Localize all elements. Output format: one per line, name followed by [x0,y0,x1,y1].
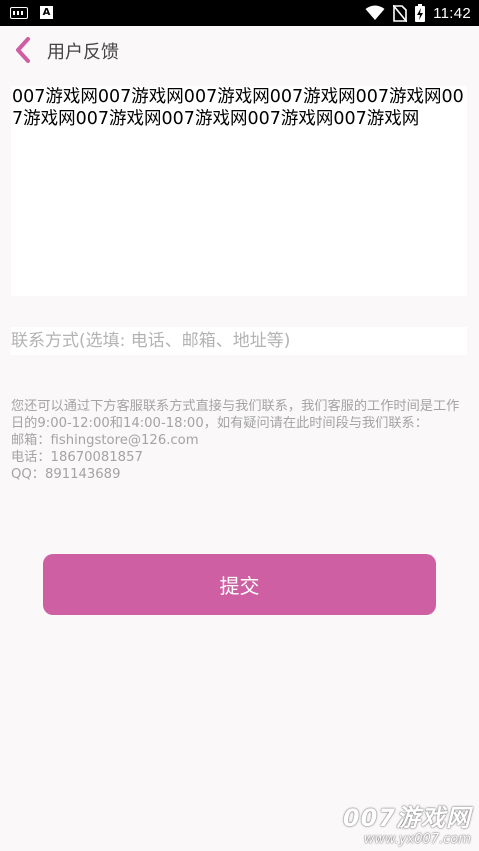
no-sim-icon [393,4,408,22]
status-clock: 11:42 [433,4,471,22]
wifi-icon [365,5,385,20]
a-notification-icon: A [40,6,53,19]
contact-qq: QQ：891143689 [11,467,121,482]
app-header: 用户反馈 [0,26,479,74]
contact-input[interactable] [11,327,467,355]
watermark-url: www.yx007.com [363,832,471,847]
back-button[interactable] [10,36,36,64]
chevron-left-icon [16,37,30,63]
watermark-brand: 007游戏网 [342,804,471,832]
battery-charging-icon [415,4,426,22]
contact-phone: 电话：18670081857 [11,450,143,465]
contact-description: 您还可以通过下方客服联系方式直接与我们联系，我们客服的工作时间是工作日的9:00… [11,399,460,431]
feedback-textarea[interactable]: 007游戏网007游戏网007游戏网007游戏网007游戏网007游戏网007游… [11,86,467,296]
keyboard-icon [10,6,28,19]
contact-info: 您还可以通过下方客服联系方式直接与我们联系，我们客服的工作时间是工作日的9:00… [11,398,467,483]
submit-button[interactable]: 提交 [43,554,436,615]
contact-email: 邮箱：fishingstore@126.com [11,433,199,448]
page-title: 用户反馈 [47,42,119,63]
status-bar: A 11:42 [0,0,479,26]
watermark: 007游戏网 www.yx007.com [343,804,471,847]
